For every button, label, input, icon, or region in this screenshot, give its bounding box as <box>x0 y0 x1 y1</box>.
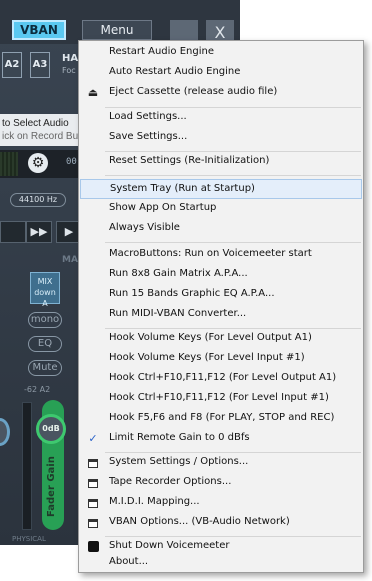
menu-item-hook-volume-output[interactable]: Hook Volume Keys (For Level Output A1) <box>80 329 362 349</box>
window-icon <box>88 459 98 468</box>
level-led-strip <box>0 152 18 176</box>
sample-rate-badge: 44100 Hz <box>10 193 66 207</box>
fader-gain-label: Fader Gain <box>46 456 57 518</box>
menu-item-label: Run MIDI-VBAN Converter... <box>109 308 247 319</box>
menu-item-eject-cassette[interactable]: ⏏ Eject Cassette (release audio file) <box>80 83 362 103</box>
bus-a3-button[interactable]: A3 <box>30 52 50 78</box>
device-subname-label: Foc <box>62 66 76 75</box>
window-icon <box>88 499 98 508</box>
a2-level-label: -62 A2 <box>24 385 51 394</box>
menu-item-macrobuttons[interactable]: MacroButtons: Run on Voicemeeter start <box>80 245 362 265</box>
menu-item-system-tray[interactable]: System Tray (Run at Startup) <box>80 179 362 199</box>
menu-item-label: System Settings / Options... <box>109 456 249 467</box>
menu-item-label: M.I.D.I. Mapping... <box>109 496 200 507</box>
checkmark-icon: ✓ <box>88 432 98 445</box>
menu-item-label: System Tray (Run at Startup) <box>110 183 255 194</box>
fader-knob[interactable]: 0dB <box>36 414 66 444</box>
menu-item-label: Hook Ctrl+F10,F11,F12 (For Level Input #… <box>109 392 329 403</box>
menu-item-label: Tape Recorder Options... <box>109 476 232 487</box>
device-name-label: HA <box>62 53 79 64</box>
menu-item-limit-remote-gain[interactable]: ✓ Limit Remote Gain to 0 dBfs <box>80 429 362 449</box>
menu-item-label: Load Settings... <box>109 111 187 122</box>
menu-item-midi-vban-converter[interactable]: Run MIDI-VBAN Converter... <box>80 305 362 325</box>
fast-forward-button[interactable]: ▶▶ <box>26 221 52 243</box>
eq-button[interactable]: EQ <box>28 336 62 352</box>
menu-item-save-settings[interactable]: Save Settings... <box>80 128 362 148</box>
menu-item-vban-options[interactable]: VBAN Options... (VB-Audio Network) <box>80 513 362 533</box>
cassette-info-line1: to Select Audio <box>2 118 69 129</box>
cassette-info-line2: ick on Record Bu <box>2 131 79 142</box>
physical-label: PHYSICAL <box>12 535 46 543</box>
mute-button[interactable]: Mute <box>28 360 62 376</box>
menu-item-hook-f5-f6-f8[interactable]: Hook F5,F6 and F8 (For PLAY, STOP and RE… <box>80 409 362 429</box>
menu-item-label: Limit Remote Gain to 0 dBfs <box>109 432 250 443</box>
menu-item-hook-ctrl-output[interactable]: Hook Ctrl+F10,F11,F12 (For Level Output … <box>80 369 362 389</box>
menu-item-system-settings[interactable]: System Settings / Options... <box>80 453 362 473</box>
mixdown-a-button[interactable]: MIX down A <box>30 272 60 308</box>
menu-item-label: Run 8x8 Gain Matrix A.P.A... <box>109 268 248 279</box>
menu-item-restart-audio-engine[interactable]: Restart Audio Engine <box>80 43 362 63</box>
eject-icon: ⏏ <box>87 86 99 99</box>
context-menu: Restart Audio Engine Auto Restart Audio … <box>78 40 364 573</box>
menu-item-label: MacroButtons: Run on Voicemeeter start <box>109 248 312 259</box>
cassette-settings-icon[interactable]: ⚙ <box>28 153 48 173</box>
menu-item-label: Shut Down Voicemeeter <box>109 540 230 551</box>
menu-item-always-visible[interactable]: Always Visible <box>80 219 362 239</box>
power-icon <box>88 541 99 552</box>
menu-item-label: Save Settings... <box>109 131 188 142</box>
rewind-button[interactable] <box>0 221 26 243</box>
menu-item-label: Hook Ctrl+F10,F11,F12 (For Level Output … <box>109 372 337 383</box>
menu-item-label: Always Visible <box>109 222 180 233</box>
menu-item-hook-volume-input[interactable]: Hook Volume Keys (For Level Input #1) <box>80 349 362 369</box>
menu-button[interactable]: Menu <box>82 20 152 40</box>
menu-item-show-app-on-startup[interactable]: Show App On Startup <box>80 199 362 219</box>
menu-separator <box>105 242 361 243</box>
menu-item-label: VBAN Options... (VB-Audio Network) <box>109 516 290 527</box>
window-icon <box>88 479 98 488</box>
pan-knob[interactable] <box>0 418 10 446</box>
menu-item-label: Show App On Startup <box>109 202 217 213</box>
menu-item-tape-recorder-options[interactable]: Tape Recorder Options... <box>80 473 362 493</box>
vban-button[interactable]: VBAN <box>12 20 66 40</box>
menu-item-hook-ctrl-input[interactable]: Hook Ctrl+F10,F11,F12 (For Level Input #… <box>80 389 362 409</box>
menu-item-label: Hook Volume Keys (For Level Input #1) <box>109 352 305 363</box>
menu-item-reset-settings[interactable]: Reset Settings (Re-Initialization) <box>80 152 362 172</box>
menu-item-label: Eject Cassette (release audio file) <box>109 86 278 97</box>
window-icon <box>88 519 98 528</box>
level-meter <box>22 402 32 530</box>
menu-item-graphic-eq[interactable]: Run 15 Bands Graphic EQ A.P.A... <box>80 285 362 305</box>
menu-separator <box>105 175 361 176</box>
menu-item-midi-mapping[interactable]: M.I.D.I. Mapping... <box>80 493 362 513</box>
menu-item-label: Hook Volume Keys (For Level Output A1) <box>109 332 312 343</box>
bus-a2-button[interactable]: A2 <box>2 52 22 78</box>
menu-item-about[interactable]: About... <box>80 553 362 573</box>
menu-item-label: Restart Audio Engine <box>109 46 214 57</box>
mono-button[interactable]: mono <box>28 312 62 328</box>
menu-item-label: Reset Settings (Re-Initialization) <box>109 155 270 166</box>
menu-item-auto-restart-audio-engine[interactable]: Auto Restart Audio Engine <box>80 63 362 83</box>
menu-item-label: Hook F5,F6 and F8 (For PLAY, STOP and RE… <box>109 412 335 423</box>
menu-item-gain-matrix[interactable]: Run 8x8 Gain Matrix A.P.A... <box>80 265 362 285</box>
menu-item-label: Run 15 Bands Graphic EQ A.P.A... <box>109 288 275 299</box>
menu-item-label: About... <box>109 556 149 567</box>
menu-item-load-settings[interactable]: Load Settings... <box>80 108 362 128</box>
menu-item-label: Auto Restart Audio Engine <box>109 66 241 77</box>
